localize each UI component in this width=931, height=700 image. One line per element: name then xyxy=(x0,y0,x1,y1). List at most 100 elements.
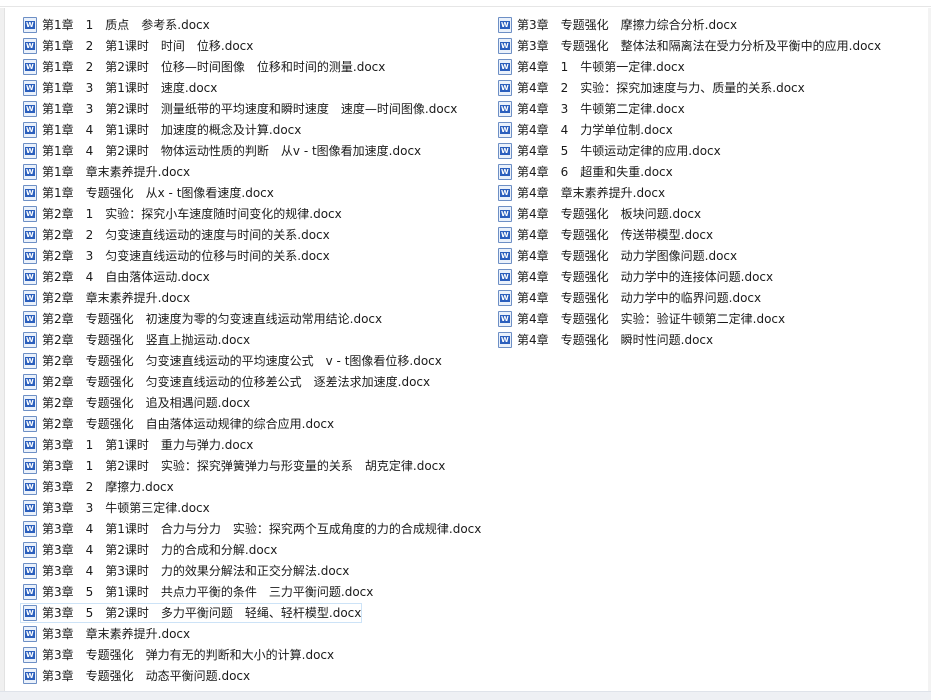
word-document-icon xyxy=(498,206,512,222)
word-document-icon xyxy=(498,80,512,96)
file-name: 第4章 2 实验：探究加速度与力、质量的关系.docx xyxy=(517,81,805,95)
word-document-icon xyxy=(23,227,37,243)
file-item[interactable]: 第4章 专题强化 动力学中的连接体问题.docx xyxy=(495,267,925,287)
file-item[interactable]: 第1章 3 第1课时 速度.docx xyxy=(20,78,480,98)
word-document-icon xyxy=(23,248,37,264)
file-name: 第3章 4 第2课时 力的合成和分解.docx xyxy=(42,543,278,557)
word-document-icon xyxy=(23,332,37,348)
file-name: 第1章 专题强化 从x - t图像看速度.docx xyxy=(42,186,274,200)
word-document-icon xyxy=(23,206,37,222)
file-name: 第4章 专题强化 瞬时性问题.docx xyxy=(517,333,714,347)
horizontal-scrollbar[interactable] xyxy=(0,691,931,700)
file-name: 第4章 专题强化 传送带模型.docx xyxy=(517,228,714,242)
file-item[interactable]: 第4章 4 力学单位制.docx xyxy=(495,120,925,140)
file-name: 第3章 专题强化 动态平衡问题.docx xyxy=(42,669,251,683)
file-item[interactable]: 第2章 专题强化 追及相遇问题.docx xyxy=(20,393,480,413)
file-item[interactable]: 第3章 专题强化 整体法和隔离法在受力分析及平衡中的应用.docx xyxy=(495,36,925,56)
file-item[interactable]: 第4章 6 超重和失重.docx xyxy=(495,162,925,182)
file-name: 第1章 2 第2课时 位移—时间图像 位移和时间的测量.docx xyxy=(42,60,386,74)
word-document-icon xyxy=(23,395,37,411)
file-item[interactable]: 第2章 2 匀变速直线运动的速度与时间的关系.docx xyxy=(20,225,480,245)
file-item[interactable]: 第4章 专题强化 动力学中的临界问题.docx xyxy=(495,288,925,308)
file-name: 第4章 1 牛顿第一定律.docx xyxy=(517,60,685,74)
file-item[interactable]: 第4章 专题强化 动力学图像问题.docx xyxy=(495,246,925,266)
file-name: 第4章 5 牛顿运动定律的应用.docx xyxy=(517,144,721,158)
file-item[interactable]: 第2章 专题强化 匀变速直线运动的位移差公式 逐差法求加速度.docx xyxy=(20,372,480,392)
word-document-icon xyxy=(23,626,37,642)
file-name: 第2章 专题强化 匀变速直线运动的位移差公式 逐差法求加速度.docx xyxy=(42,375,431,389)
file-name: 第1章 章末素养提升.docx xyxy=(42,165,191,179)
file-item[interactable]: 第3章 1 第2课时 实验：探究弹簧弹力与形变量的关系 胡克定律.docx xyxy=(20,456,480,476)
word-document-icon xyxy=(23,59,37,75)
file-name: 第4章 专题强化 动力学图像问题.docx xyxy=(517,249,738,263)
file-item[interactable]: 第1章 专题强化 从x - t图像看速度.docx xyxy=(20,183,480,203)
word-document-icon xyxy=(23,164,37,180)
word-document-icon xyxy=(23,416,37,432)
file-item[interactable]: 第3章 5 第1课时 共点力平衡的条件 三力平衡问题.docx xyxy=(20,582,480,602)
file-name: 第2章 2 匀变速直线运动的速度与时间的关系.docx xyxy=(42,228,330,242)
file-item[interactable]: 第1章 2 第2课时 位移—时间图像 位移和时间的测量.docx xyxy=(20,57,480,77)
word-document-icon xyxy=(498,248,512,264)
word-document-icon xyxy=(23,311,37,327)
file-item[interactable]: 第3章 4 第2课时 力的合成和分解.docx xyxy=(20,540,480,560)
file-item[interactable]: 第3章 章末素养提升.docx xyxy=(20,624,480,644)
file-item[interactable]: 第2章 专题强化 竖直上抛运动.docx xyxy=(20,330,480,350)
file-item[interactable]: 第4章 5 牛顿运动定律的应用.docx xyxy=(495,141,925,161)
word-document-icon xyxy=(23,269,37,285)
file-item[interactable]: 第2章 专题强化 匀变速直线运动的平均速度公式 v - t图像看位移.docx xyxy=(20,351,480,371)
file-item[interactable]: 第4章 章末素养提升.docx xyxy=(495,183,925,203)
file-item[interactable]: 第4章 3 牛顿第二定律.docx xyxy=(495,99,925,119)
file-name: 第2章 4 自由落体运动.docx xyxy=(42,270,210,284)
file-item[interactable]: 第3章 1 第1课时 重力与弹力.docx xyxy=(20,435,480,455)
file-item[interactable]: 第3章 专题强化 摩擦力综合分析.docx xyxy=(495,15,925,35)
file-name: 第2章 专题强化 自由落体运动规律的综合应用.docx xyxy=(42,417,335,431)
file-item[interactable]: 第2章 专题强化 自由落体运动规律的综合应用.docx xyxy=(20,414,480,434)
file-item[interactable]: 第3章 5 第2课时 多力平衡问题 轻绳、轻杆模型.docx xyxy=(20,603,362,623)
word-document-icon xyxy=(498,185,512,201)
file-item[interactable]: 第4章 专题强化 实验：验证牛顿第二定律.docx xyxy=(495,309,925,329)
file-item[interactable]: 第4章 专题强化 传送带模型.docx xyxy=(495,225,925,245)
file-item[interactable]: 第2章 章末素养提升.docx xyxy=(20,288,480,308)
file-item[interactable]: 第3章 3 牛顿第三定律.docx xyxy=(20,498,480,518)
word-document-icon xyxy=(23,38,37,54)
file-name: 第4章 3 牛顿第二定律.docx xyxy=(517,102,685,116)
file-item[interactable]: 第3章 专题强化 动态平衡问题.docx xyxy=(20,666,480,686)
file-item[interactable]: 第1章 1 质点 参考系.docx xyxy=(20,15,480,35)
file-name: 第2章 专题强化 初速度为零的匀变速直线运动常用结论.docx xyxy=(42,312,383,326)
file-item[interactable]: 第3章 4 第1课时 合力与分力 实验：探究两个互成角度的力的合成规律.docx xyxy=(20,519,481,539)
file-name: 第4章 专题强化 实验：验证牛顿第二定律.docx xyxy=(517,312,786,326)
word-document-icon xyxy=(498,269,512,285)
word-document-icon xyxy=(23,80,37,96)
file-item[interactable]: 第4章 专题强化 瞬时性问题.docx xyxy=(495,330,925,350)
file-item[interactable]: 第2章 3 匀变速直线运动的位移与时间的关系.docx xyxy=(20,246,480,266)
word-document-icon xyxy=(23,101,37,117)
word-document-icon xyxy=(498,38,512,54)
file-name: 第3章 1 第1课时 重力与弹力.docx xyxy=(42,438,254,452)
word-document-icon xyxy=(23,647,37,663)
word-document-icon xyxy=(23,437,37,453)
file-name: 第4章 专题强化 板块问题.docx xyxy=(517,207,702,221)
file-item[interactable]: 第3章 2 摩擦力.docx xyxy=(20,477,480,497)
file-item[interactable]: 第4章 2 实验：探究加速度与力、质量的关系.docx xyxy=(495,78,925,98)
file-name: 第3章 4 第3课时 力的效果分解法和正交分解法.docx xyxy=(42,564,350,578)
file-name: 第3章 1 第2课时 实验：探究弹簧弹力与形变量的关系 胡克定律.docx xyxy=(42,459,446,473)
word-document-icon xyxy=(23,500,37,516)
word-document-icon xyxy=(498,164,512,180)
word-document-icon xyxy=(498,290,512,306)
word-document-icon xyxy=(498,59,512,75)
file-item[interactable]: 第1章 2 第1课时 时间 位移.docx xyxy=(20,36,480,56)
file-item[interactable]: 第2章 专题强化 初速度为零的匀变速直线运动常用结论.docx xyxy=(20,309,480,329)
file-item[interactable]: 第4章 专题强化 板块问题.docx xyxy=(495,204,925,224)
file-item[interactable]: 第2章 1 实验：探究小车速度随时间变化的规律.docx xyxy=(20,204,480,224)
word-document-icon xyxy=(498,101,512,117)
file-item[interactable]: 第1章 3 第2课时 测量纸带的平均速度和瞬时速度 速度—时间图像.docx xyxy=(20,99,480,119)
file-item[interactable]: 第2章 4 自由落体运动.docx xyxy=(20,267,480,287)
file-item[interactable]: 第1章 章末素养提升.docx xyxy=(20,162,480,182)
file-item[interactable]: 第1章 4 第1课时 加速度的概念及计算.docx xyxy=(20,120,480,140)
file-item[interactable]: 第1章 4 第2课时 物体运动性质的判断 从v - t图像看加速度.docx xyxy=(20,141,480,161)
word-document-icon xyxy=(498,311,512,327)
file-name: 第1章 1 质点 参考系.docx xyxy=(42,18,210,32)
file-item[interactable]: 第3章 4 第3课时 力的效果分解法和正交分解法.docx xyxy=(20,561,480,581)
file-item[interactable]: 第3章 专题强化 弹力有无的判断和大小的计算.docx xyxy=(20,645,480,665)
file-item[interactable]: 第4章 1 牛顿第一定律.docx xyxy=(495,57,925,77)
